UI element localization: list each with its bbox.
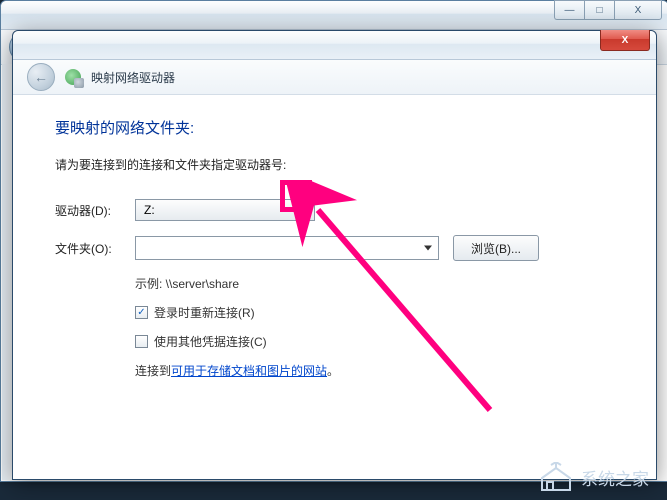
example-text: 示例: \\server\share (55, 275, 614, 292)
chevron-down-icon (424, 246, 432, 251)
storage-website-link[interactable]: 可用于存储文档和图片的网站 (171, 364, 327, 378)
drive-row: 驱动器(D): Z: (55, 199, 614, 221)
folder-combobox[interactable] (135, 236, 439, 260)
othercred-label: 使用其他凭据连接(C) (154, 333, 267, 350)
dialog-instruction: 请为要连接到的连接和文件夹指定驱动器号: (55, 156, 614, 173)
close-button[interactable]: X (614, 0, 662, 20)
reconnect-row: ✓ 登录时重新连接(R) (55, 304, 614, 321)
drive-select[interactable]: Z: (135, 199, 315, 221)
map-network-drive-dialog: X ← 映射网络驱动器 要映射的网络文件夹: 请为要连接到的连接和文件夹指定驱动… (12, 30, 657, 480)
chevron-down-icon (300, 208, 308, 213)
reconnect-label: 登录时重新连接(R) (154, 304, 255, 321)
folder-label: 文件夹(O): (55, 240, 135, 257)
parent-window-controls: — □ X (554, 0, 662, 20)
link-prefix: 连接到 (135, 364, 171, 378)
othercred-checkbox[interactable] (135, 335, 148, 348)
dialog-heading: 要映射的网络文件夹: (55, 117, 614, 138)
reconnect-checkbox[interactable]: ✓ (135, 306, 148, 319)
maximize-button[interactable]: □ (584, 0, 614, 20)
back-button[interactable]: ← (27, 63, 55, 91)
folder-row: 文件夹(O): 浏览(B)... (55, 235, 614, 261)
parent-titlebar: — □ X (1, 1, 667, 30)
dialog-header: ← 映射网络驱动器 (13, 60, 656, 95)
drive-value: Z: (144, 203, 155, 217)
othercred-row: 使用其他凭据连接(C) (55, 333, 614, 350)
dialog-body: 要映射的网络文件夹: 请为要连接到的连接和文件夹指定驱动器号: 驱动器(D): … (13, 95, 656, 407)
minimize-button[interactable]: — (554, 0, 584, 20)
browse-button[interactable]: 浏览(B)... (453, 235, 539, 261)
watermark-text: 系统之家 (581, 465, 649, 490)
watermark-logo-icon (539, 462, 573, 492)
folder-input[interactable] (140, 238, 414, 258)
watermark: 系统之家 (539, 462, 649, 492)
dialog-close-button[interactable]: X (600, 30, 650, 51)
dialog-title: 映射网络驱动器 (91, 69, 175, 86)
link-suffix: 。 (327, 364, 339, 378)
storage-link-row: 连接到可用于存储文档和图片的网站。 (55, 362, 614, 379)
dialog-titlebar: X (13, 31, 656, 60)
network-drive-icon (65, 69, 81, 85)
drive-label: 驱动器(D): (55, 202, 135, 219)
